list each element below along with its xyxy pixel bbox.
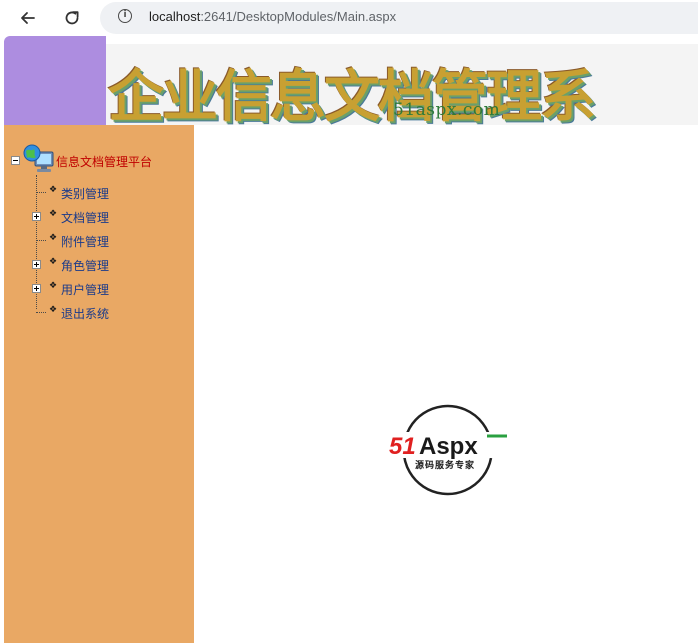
browser-toolbar: i localhost:2641/DesktopModules/Main.asp… xyxy=(0,0,698,36)
logo-tagline: 源码服务专家 xyxy=(415,459,475,470)
tree-expand-toggle[interactable] xyxy=(32,260,41,269)
computer-globe-icon xyxy=(23,144,54,172)
tree-item-category[interactable]: ❖ 类别管理 xyxy=(36,185,186,201)
tree-item-attachments[interactable]: ❖ 附件管理 xyxy=(36,233,186,249)
tree-root-label[interactable]: 信息文档管理平台 xyxy=(56,153,152,170)
logo-51-text: 51 xyxy=(389,433,416,460)
tree-expand-toggle[interactable] xyxy=(32,284,41,293)
diamond-bullet-icon: ❖ xyxy=(49,209,58,219)
diamond-bullet-icon: ❖ xyxy=(49,233,58,243)
url-host: localhost xyxy=(149,9,201,24)
tree-item-label[interactable]: 附件管理 xyxy=(61,233,109,250)
tree-item-roles[interactable]: ❖ 角色管理 xyxy=(32,257,186,274)
url-path: :2641/DesktopModules/Main.aspx xyxy=(200,9,397,24)
51aspx-logo: 51 Aspx 源码服务专家 xyxy=(387,404,509,496)
diamond-bullet-icon: ❖ xyxy=(49,281,58,291)
info-icon[interactable]: i xyxy=(118,9,132,23)
reload-icon xyxy=(65,11,79,25)
tree-item-label[interactable]: 文档管理 xyxy=(61,209,109,226)
tree-expand-toggle[interactable] xyxy=(32,212,41,221)
tree-item-label[interactable]: 用户管理 xyxy=(61,281,109,298)
banner-site: 51aspx.com xyxy=(393,100,501,120)
header-banner: 企业信息文档管理系 51aspx.com xyxy=(106,44,698,125)
back-button[interactable] xyxy=(14,4,42,32)
tree-root-toggle[interactable] xyxy=(11,156,20,165)
tree-item-label[interactable]: 角色管理 xyxy=(61,257,109,274)
diamond-bullet-icon: ❖ xyxy=(49,185,58,195)
arrow-left-icon xyxy=(21,12,35,24)
tree-item-label[interactable]: 类别管理 xyxy=(61,185,109,202)
tree-item-documents[interactable]: ❖ 文档管理 xyxy=(32,209,186,226)
tree-branch-line xyxy=(36,240,46,241)
diamond-bullet-icon: ❖ xyxy=(49,257,58,267)
tree-item-label[interactable]: 退出系统 xyxy=(61,305,109,322)
url-text[interactable]: localhost:2641/DesktopModules/Main.aspx xyxy=(149,9,396,24)
sidebar: 信息文档管理平台 ❖ 类别管理 ❖ 文档管理 ❖ 附件管理 ❖ 角色管理 ❖ 用… xyxy=(4,125,194,643)
logo-aspx-text: Aspx xyxy=(419,433,478,460)
page-frame: 企业信息文档管理系 51aspx.com 信息文档管理平台 ❖ 类别管理 ❖ 文… xyxy=(4,36,698,643)
diamond-bullet-icon: ❖ xyxy=(49,305,58,315)
banner-title: 企业信息文档管理系 xyxy=(108,64,596,125)
main-content: 51 Aspx 源码服务专家 xyxy=(194,125,698,643)
tree-item-users[interactable]: ❖ 用户管理 xyxy=(32,281,186,298)
tree-branch-line xyxy=(36,312,46,313)
tree-item-logout[interactable]: ❖ 退出系统 xyxy=(36,305,186,321)
reload-button[interactable] xyxy=(58,4,86,32)
header-left-block xyxy=(4,36,106,125)
tree-branch-line xyxy=(36,192,46,193)
